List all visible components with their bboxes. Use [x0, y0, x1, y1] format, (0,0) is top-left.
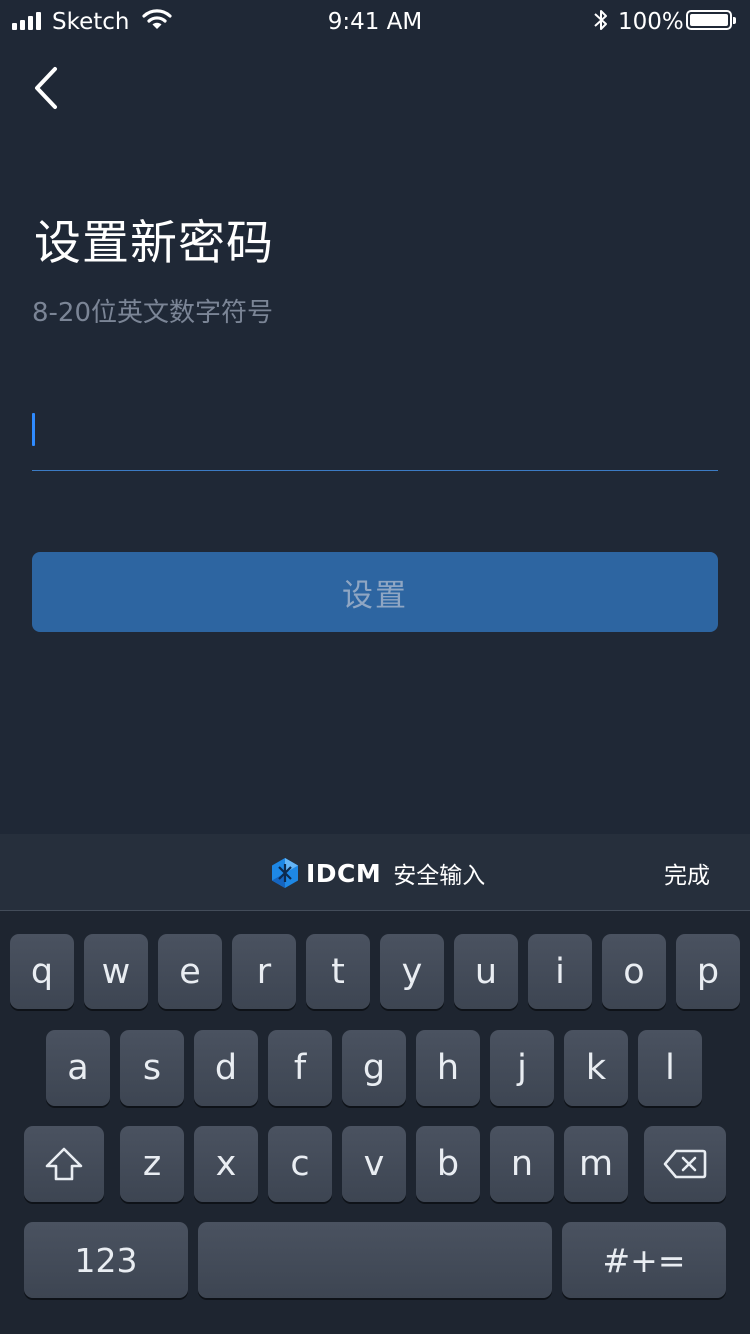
idcm-logo-icon: [272, 858, 298, 888]
key-p[interactable]: p: [676, 934, 740, 1009]
password-hint: 8-20位英文数字符号: [32, 298, 274, 328]
key-r[interactable]: r: [232, 934, 296, 1009]
key-d[interactable]: d: [194, 1030, 258, 1106]
key-j[interactable]: j: [490, 1030, 554, 1106]
password-input[interactable]: [32, 400, 718, 460]
space-key[interactable]: [198, 1222, 552, 1298]
key-h[interactable]: h: [416, 1030, 480, 1106]
password-field-container: [32, 400, 718, 471]
key-n[interactable]: n: [490, 1126, 554, 1202]
battery-icon: [686, 10, 736, 30]
key-u[interactable]: u: [454, 934, 518, 1009]
key-b[interactable]: b: [416, 1126, 480, 1202]
shift-key[interactable]: [24, 1126, 104, 1202]
status-bar: Sketch 9:41 AM 100%: [0, 0, 750, 44]
key-i[interactable]: i: [528, 934, 592, 1009]
key-v[interactable]: v: [342, 1126, 406, 1202]
bluetooth-icon: [592, 6, 610, 38]
secure-input-label: 安全输入: [393, 863, 486, 889]
symbols-key[interactable]: #+=: [562, 1222, 726, 1298]
backspace-icon: [663, 1149, 707, 1179]
secure-input-brand: IDCM 安全输入: [270, 856, 485, 890]
key-l[interactable]: l: [638, 1030, 702, 1106]
key-s[interactable]: s: [120, 1030, 184, 1106]
key-e[interactable]: e: [158, 934, 222, 1009]
key-w[interactable]: w: [84, 934, 148, 1009]
key-m[interactable]: m: [564, 1126, 628, 1202]
chevron-left-icon: [35, 67, 57, 109]
battery-percentage: 100%: [618, 9, 684, 35]
key-t[interactable]: t: [306, 934, 370, 1009]
key-z[interactable]: z: [120, 1126, 184, 1202]
keyboard: q w e r t y u i o p a s d f g h j k l z …: [0, 911, 750, 1334]
brand-name: IDCM: [306, 858, 382, 888]
key-g[interactable]: g: [342, 1030, 406, 1106]
key-y[interactable]: y: [380, 934, 444, 1009]
key-q[interactable]: q: [10, 934, 74, 1009]
text-caret: [32, 413, 35, 446]
key-c[interactable]: c: [268, 1126, 332, 1202]
keyboard-toolbar: IDCM 安全输入 完成: [0, 834, 750, 911]
back-button[interactable]: [26, 64, 66, 112]
set-password-button[interactable]: 设置: [32, 552, 718, 632]
key-x[interactable]: x: [194, 1126, 258, 1202]
key-k[interactable]: k: [564, 1030, 628, 1106]
key-f[interactable]: f: [268, 1030, 332, 1106]
delete-key[interactable]: [644, 1126, 726, 1202]
done-button[interactable]: 完成: [664, 856, 710, 890]
key-o[interactable]: o: [602, 934, 666, 1009]
numbers-key[interactable]: 123: [24, 1222, 188, 1298]
key-a[interactable]: a: [46, 1030, 110, 1106]
page-title: 设置新密码: [34, 216, 274, 271]
shift-icon: [45, 1147, 83, 1181]
